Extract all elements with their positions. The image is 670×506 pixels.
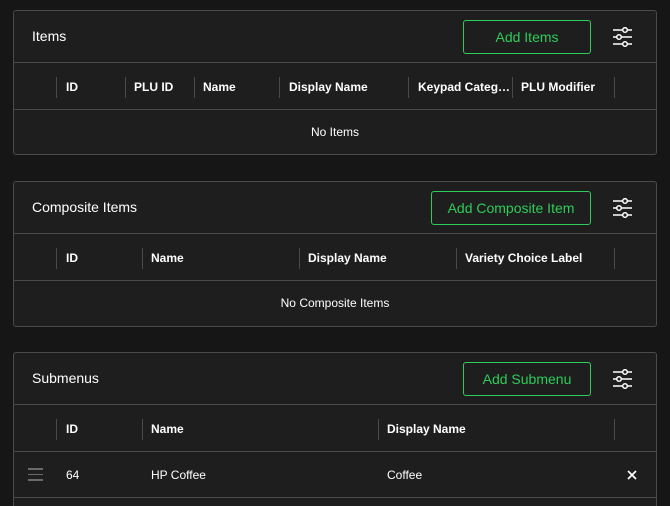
- column-separator: [56, 419, 57, 440]
- composite-empty-message: No Composite Items: [280, 296, 390, 310]
- submenus-column-header: ID Name Display Name: [14, 405, 656, 452]
- composite-col-id[interactable]: ID: [66, 234, 136, 281]
- column-separator: [614, 77, 615, 98]
- column-separator: [408, 77, 409, 98]
- column-separator: [456, 248, 457, 269]
- column-separator: [125, 77, 126, 98]
- submenu-row-id: 64: [66, 468, 80, 482]
- submenu-row-display-name: Coffee: [387, 468, 423, 482]
- sliders-icon[interactable]: [613, 369, 632, 389]
- composite-items-card: Composite Items Add Composite Item ID Na…: [13, 181, 657, 327]
- composite-col-name[interactable]: Name: [151, 234, 291, 281]
- column-separator: [614, 248, 615, 269]
- column-separator: [279, 77, 280, 98]
- sliders-icon[interactable]: [613, 198, 632, 218]
- items-card: Items Add Items ID PLU ID Name Display N…: [13, 10, 657, 155]
- items-column-header: ID PLU ID Name Display Name Keypad Categ…: [14, 63, 656, 110]
- add-submenu-button[interactable]: Add Submenu: [463, 362, 591, 396]
- column-separator: [614, 419, 615, 440]
- submenus-col-id[interactable]: ID: [66, 405, 136, 452]
- add-items-button[interactable]: Add Items: [463, 20, 591, 54]
- items-col-id[interactable]: ID: [66, 63, 121, 110]
- items-title: Items: [32, 28, 67, 44]
- items-card-header: Items Add Items: [14, 11, 656, 63]
- composite-col-variety-choice-label[interactable]: Variety Choice Label: [465, 234, 610, 281]
- composite-items-title: Composite Items: [32, 199, 138, 215]
- submenus-card-header: Submenus Add Submenu: [14, 353, 656, 405]
- submenus-col-display-name[interactable]: Display Name: [387, 405, 607, 452]
- column-separator: [142, 248, 143, 269]
- composite-card-header: Composite Items Add Composite Item: [14, 182, 656, 234]
- table-row[interactable]: 64 HP Coffee Coffee: [14, 452, 656, 498]
- items-col-display-name[interactable]: Display Name: [289, 63, 407, 110]
- submenus-col-name[interactable]: Name: [151, 405, 371, 452]
- submenus-card: Submenus Add Submenu ID Name Display Nam…: [13, 352, 657, 506]
- items-col-plu-modifier[interactable]: PLU Modifier: [521, 63, 613, 110]
- column-separator: [56, 77, 57, 98]
- items-col-plu-id[interactable]: PLU ID: [134, 63, 194, 110]
- submenu-row-name: HP Coffee: [151, 468, 206, 482]
- column-separator: [512, 77, 513, 98]
- submenus-title: Submenus: [32, 370, 99, 386]
- column-separator: [299, 248, 300, 269]
- composite-column-header: ID Name Display Name Variety Choice Labe…: [14, 234, 656, 281]
- composite-col-display-name[interactable]: Display Name: [308, 234, 448, 281]
- column-separator: [378, 419, 379, 440]
- items-col-name[interactable]: Name: [203, 63, 279, 110]
- add-composite-item-button[interactable]: Add Composite Item: [431, 191, 591, 225]
- close-icon[interactable]: [625, 468, 639, 482]
- drag-handle-icon[interactable]: [28, 468, 43, 481]
- sliders-icon[interactable]: [613, 27, 632, 47]
- column-separator: [194, 77, 195, 98]
- column-separator: [142, 419, 143, 440]
- items-empty-message: No Items: [310, 125, 359, 139]
- items-col-keypad-category[interactable]: Keypad Categ…: [418, 63, 509, 110]
- column-separator: [56, 248, 57, 269]
